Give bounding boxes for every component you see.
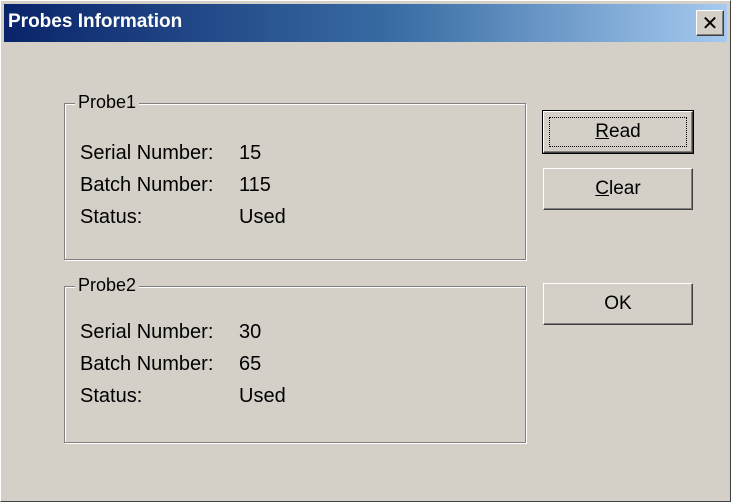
probe2-status-value: Used bbox=[239, 385, 286, 407]
title-bar[interactable]: Probes Information ✕ bbox=[4, 4, 727, 42]
probe2-serial-label: Serial Number: bbox=[80, 321, 214, 343]
probe2-batch-label: Batch Number: bbox=[80, 353, 214, 375]
probe1-group: Probe1 Serial Number: 15 Batch Number: 1… bbox=[64, 92, 526, 260]
probes-information-dialog: Probes Information ✕ Probe1 Serial Numbe… bbox=[0, 0, 731, 502]
probe2-serial-value: 30 bbox=[239, 321, 262, 343]
probe1-batch-value: 115 bbox=[239, 174, 271, 196]
focus-rectangle bbox=[549, 117, 687, 147]
clear-button[interactable]: Clear bbox=[543, 168, 693, 210]
probe2-status-label: Status: bbox=[80, 385, 143, 407]
ok-button[interactable]: OK bbox=[543, 283, 693, 325]
read-button[interactable]: Read bbox=[542, 110, 694, 154]
close-icon: ✕ bbox=[701, 11, 719, 35]
dialog-title: Probes Information bbox=[8, 11, 183, 32]
probe1-batch-label: Batch Number: bbox=[80, 174, 214, 196]
probe1-serial-value: 15 bbox=[239, 142, 262, 164]
probe2-group-label: Probe2 bbox=[75, 275, 140, 296]
clear-button-label: Clear bbox=[595, 178, 641, 199]
probe1-status-label: Status: bbox=[80, 206, 143, 228]
probe1-status-value: Used bbox=[239, 206, 286, 228]
probe2-group: Probe2 Serial Number: 30 Batch Number: 6… bbox=[64, 275, 526, 443]
ok-button-label: OK bbox=[604, 293, 632, 314]
probe1-serial-label: Serial Number: bbox=[80, 142, 214, 164]
close-button[interactable]: ✕ bbox=[696, 10, 724, 36]
probe1-group-label: Probe1 bbox=[75, 92, 140, 113]
probe2-batch-value: 65 bbox=[239, 353, 262, 375]
